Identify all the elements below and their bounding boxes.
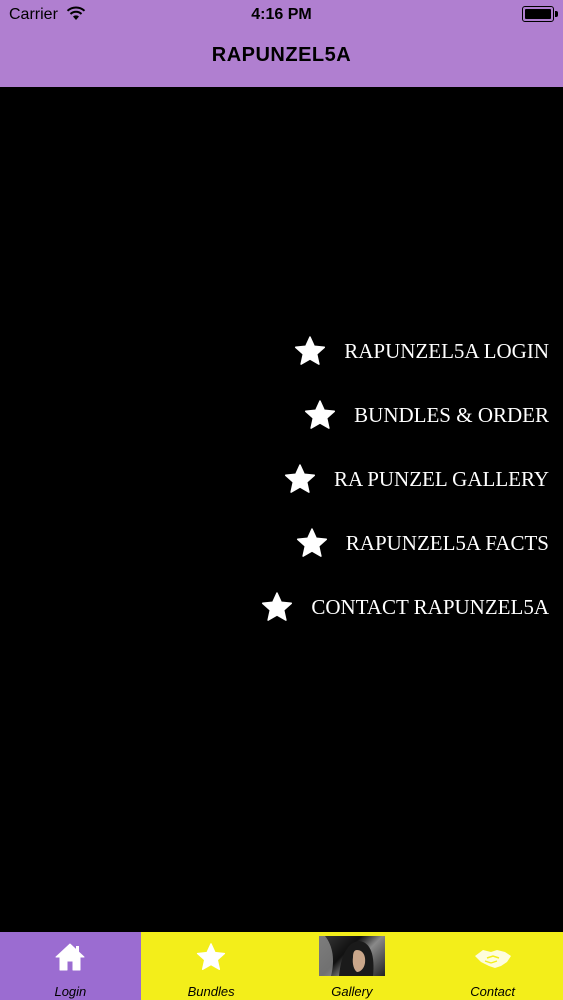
tab-bar: Login Bundles Gallery Contact [0,932,563,1000]
menu-item-label: RAPUNZEL5A FACTS [345,530,549,555]
handshake-icon [474,950,511,968]
battery-icon [522,6,558,22]
menu-item-bundles[interactable]: BUNDLES & ORDER [261,383,549,447]
menu-item-label: RAPUNZEL5A LOGIN [344,338,549,363]
star-icon [284,464,315,493]
status-time: 4:16 PM [251,6,312,23]
tab-label: Contact [470,984,516,999]
gallery-thumbnail [318,936,385,976]
main-menu: RAPUNZEL5A LOGIN BUNDLES & ORDER RA PUNZ… [261,319,549,639]
menu-item-label: BUNDLES & ORDER [354,402,549,427]
tab-contact[interactable]: Contact [422,932,563,1000]
page-title: RAPUNZEL5A [211,44,352,66]
star-icon [296,528,327,557]
menu-item-login[interactable]: RAPUNZEL5A LOGIN [261,319,549,383]
menu-item-label: CONTACT RAPUNZEL5A [311,594,549,619]
tab-label: Login [54,984,87,999]
tab-label: Bundles [187,984,235,999]
home-icon [55,943,85,971]
tab-bundles[interactable]: Bundles [141,932,282,1000]
menu-item-label: RA PUNZEL GALLERY [333,466,549,491]
tab-login[interactable]: Login [0,932,141,1000]
main-content: RAPUNZEL5A LOGIN BUNDLES & ORDER RA PUNZ… [0,87,563,932]
star-icon [305,400,336,429]
status-bar: Carrier 4:16 PM [0,0,563,30]
menu-item-facts[interactable]: RAPUNZEL5A FACTS [261,511,549,575]
star-icon [262,592,293,621]
menu-item-gallery[interactable]: RA PUNZEL GALLERY [261,447,549,511]
menu-item-contact[interactable]: CONTACT RAPUNZEL5A [261,575,549,639]
tab-label: Gallery [331,984,373,999]
tab-gallery[interactable]: Gallery [282,932,423,1000]
top-bar: Carrier 4:16 PM RAPUNZEL5A [0,0,563,87]
star-icon [197,943,226,970]
star-icon [295,336,326,365]
